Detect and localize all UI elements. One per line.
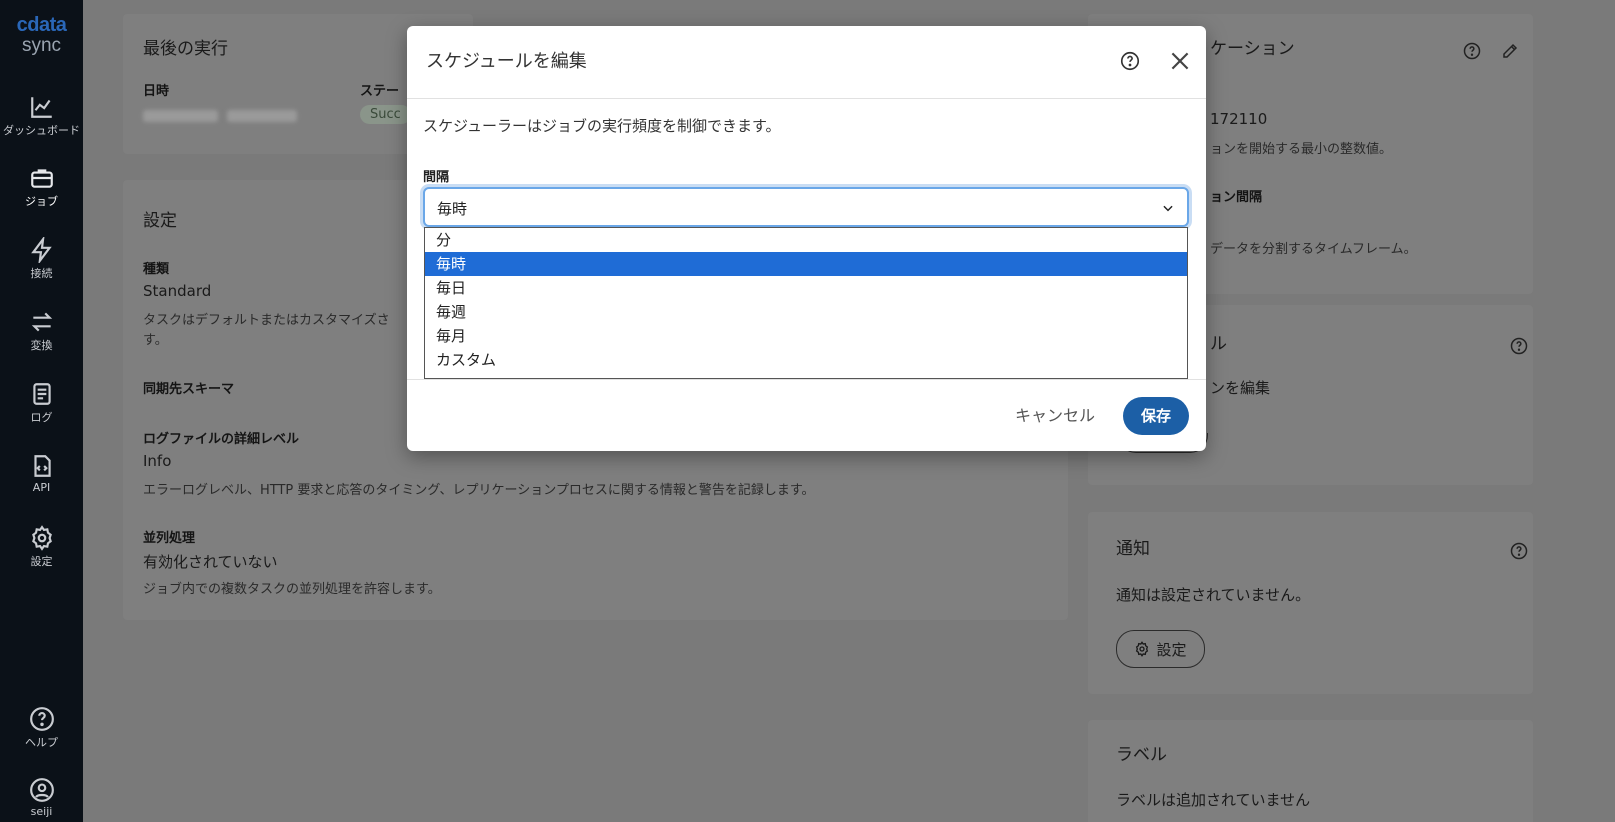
chevron-down-icon	[1163, 205, 1173, 212]
help-icon[interactable]	[1119, 50, 1141, 72]
sidebar-item-settings[interactable]: 設定	[0, 525, 83, 569]
dialog-footer-divider	[407, 379, 1206, 380]
interval-option-monthly[interactable]: 毎月	[425, 324, 1187, 348]
sidebar-item-logs[interactable]: ログ	[0, 381, 83, 425]
sidebar-item-label: ヘルプ	[25, 736, 58, 749]
interval-option-weekly[interactable]: 毎週	[425, 300, 1187, 324]
sidebar-item-user[interactable]: seiji	[0, 777, 83, 818]
notifications-card: 通知 通知は設定されていません。 設定	[1088, 512, 1533, 694]
swap-arrows-icon	[31, 312, 52, 332]
settings-title: 設定	[143, 211, 177, 231]
lightning-icon	[30, 237, 52, 263]
help-icon[interactable]	[1510, 337, 1528, 355]
sidebar-item-label: seiji	[30, 805, 53, 818]
logo-brand: cdata	[16, 14, 67, 36]
labels-card: ラベル ラベルは追加されていません	[1088, 720, 1533, 822]
type-value: Standard	[143, 282, 212, 300]
datetime-label: 日時	[143, 84, 170, 99]
parallel-label: 並列処理	[143, 531, 196, 546]
sidebar-item-label: 接続	[30, 267, 53, 280]
schema-label: 同期先スキーマ	[143, 382, 235, 397]
cancel-button[interactable]: キャンセル	[1009, 398, 1101, 434]
schedule-edit-link[interactable]: ンを編集	[1210, 377, 1270, 398]
sidebar-item-transform[interactable]: 変換	[0, 309, 83, 353]
status-badge: Succ	[360, 105, 411, 124]
dialog-description: スケジューラーはジョブの実行頻度を制御できます。	[423, 117, 781, 135]
sidebar-item-label: ログ	[30, 411, 53, 424]
type-label: 種類	[143, 262, 170, 277]
replication-start-value: 172110	[1210, 110, 1268, 128]
notifications-title: 通知	[1116, 539, 1150, 559]
sidebar-item-label: ダッシュボード	[3, 124, 80, 137]
user-circle-icon	[29, 778, 54, 802]
notifications-settings-label: 設定	[1156, 640, 1187, 659]
interval-select[interactable]: 毎時	[423, 187, 1189, 227]
gear-icon	[31, 525, 52, 551]
replication-interval-label: ョン間隔	[1210, 190, 1263, 205]
logo-sub: sync	[21, 35, 62, 56]
log-level-value: Info	[143, 452, 172, 470]
sidebar-item-label: API	[32, 481, 51, 494]
logo[interactable]: cdata sync	[0, 14, 83, 56]
interval-label: 間隔	[423, 170, 450, 185]
sidebar-item-label: ジョブ	[25, 195, 58, 208]
help-circle-icon	[29, 707, 54, 731]
interval-option-minute[interactable]: 分	[425, 228, 1187, 252]
dialog-header: スケジュールを編集	[407, 26, 1206, 99]
edit-icon[interactable]	[1501, 42, 1519, 60]
interval-select-value: 毎時	[437, 200, 468, 218]
replication-interval-description: データを分割するタイムフレーム。	[1210, 242, 1417, 257]
type-description-line2: す。	[143, 333, 168, 348]
last-run-title: 最後の実行	[143, 39, 228, 59]
parallel-description: ジョブ内での複数タスクの並列処理を許容します。	[143, 582, 441, 597]
log-level-label: ログファイルの詳細レベル	[143, 432, 300, 447]
sidebar-item-help[interactable]: ヘルプ	[0, 706, 83, 750]
sidebar-item-connections[interactable]: 接続	[0, 237, 83, 281]
interval-dropdown-list: 分 毎時 毎日 毎週 毎月 カスタム	[424, 227, 1188, 379]
dialog-title: スケジュールを編集	[426, 51, 587, 72]
labels-empty-text: ラベルは追加されていません	[1116, 791, 1311, 809]
sidebar-item-jobs[interactable]: ジョブ	[0, 165, 83, 209]
interval-option-custom[interactable]: カスタム	[425, 348, 1187, 372]
log-level-description: エラーログレベル、HTTP 要求と応答のタイミング、レプリケーションプロセスに関…	[143, 483, 815, 498]
replication-start-description: ョンを開始する最小の整数値。	[1210, 142, 1393, 157]
interval-option-hourly[interactable]: 毎時	[425, 252, 1187, 276]
replication-title: ケーション	[1210, 39, 1295, 59]
log-document-icon	[32, 383, 51, 405]
schedule-title: ル	[1210, 334, 1227, 354]
parallel-value: 有効化されていない	[143, 553, 278, 571]
sidebar: cdata sync ダッシュボード ジョブ 接続 変換 ログ API 設定 ヘ…	[0, 0, 83, 822]
blurred-time	[227, 110, 297, 122]
help-icon[interactable]	[1463, 42, 1481, 60]
blurred-date	[143, 110, 218, 122]
gear-icon	[1136, 641, 1149, 657]
interval-option-daily[interactable]: 毎日	[425, 276, 1187, 300]
sidebar-item-label: 設定	[30, 555, 53, 568]
sidebar-item-api[interactable]: API	[0, 453, 83, 494]
sidebar-item-label: 変換	[30, 339, 53, 352]
code-file-icon	[33, 455, 51, 477]
close-icon[interactable]	[1167, 48, 1193, 74]
type-description-line1: タスクはデフォルトまたはカスタマイズさ	[143, 313, 390, 328]
notifications-empty-text: 通知は設定されていません。	[1116, 586, 1311, 604]
edit-schedule-dialog: スケジュールを編集 スケジューラーはジョブの実行頻度を制御できます。 間隔 毎時…	[407, 26, 1206, 451]
save-button[interactable]: 保存	[1123, 397, 1189, 435]
notifications-settings-button[interactable]: 設定	[1116, 630, 1205, 668]
chart-line-icon	[30, 97, 52, 118]
help-icon[interactable]	[1510, 542, 1528, 560]
labels-title: ラベル	[1116, 745, 1167, 765]
briefcase-icon	[30, 169, 53, 188]
sidebar-item-dashboard[interactable]: ダッシュボード	[0, 94, 83, 138]
status-label: ステー	[360, 84, 400, 99]
